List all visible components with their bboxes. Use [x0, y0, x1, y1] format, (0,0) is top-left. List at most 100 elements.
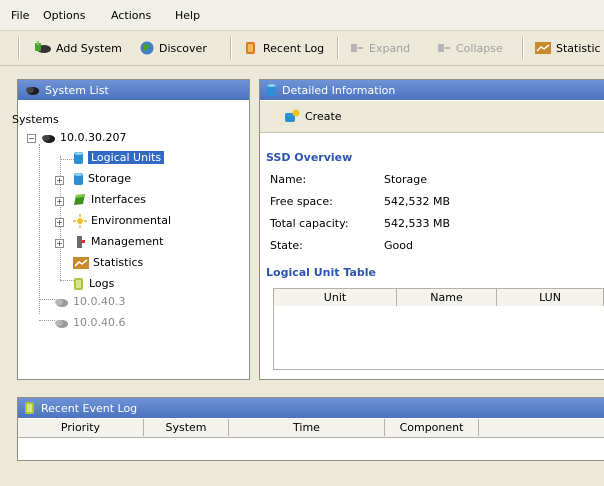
tree-item-interfaces[interactable]: Interfaces — [73, 191, 146, 208]
column-header-component[interactable]: Component — [385, 419, 479, 436]
discover-label: Discover — [159, 41, 207, 55]
tree-host-label: 10.0.40.3 — [73, 295, 126, 308]
toolbar-separator — [230, 37, 232, 59]
collapse-button[interactable]: Collapse — [437, 39, 503, 57]
field-label: Free space: — [270, 195, 333, 208]
toolbar-separator — [18, 37, 20, 59]
system-icon — [55, 298, 68, 307]
environment-icon — [73, 213, 87, 228]
expand-toggle[interactable]: + — [55, 176, 64, 185]
discover-button[interactable]: Discover — [140, 39, 207, 57]
expand-toggle[interactable]: + — [55, 218, 64, 227]
create-button[interactable]: Create — [284, 107, 342, 125]
system-icon — [26, 87, 39, 95]
log-icon — [246, 42, 255, 54]
globe-icon — [140, 41, 154, 55]
recent-log-label: Recent Log — [263, 41, 325, 55]
detail-toolbar: Create — [260, 101, 604, 133]
system-icon — [42, 134, 55, 143]
tree-host-label: 10.0.40.6 — [73, 316, 126, 329]
toolbar-separator — [522, 37, 524, 59]
tree-line — [60, 159, 74, 160]
management-icon — [77, 235, 85, 248]
column-header-unit[interactable]: Unit — [274, 289, 397, 306]
tree-item-environmental[interactable]: Environmental — [73, 212, 171, 229]
tree-host-label: 10.0.30.207 — [60, 131, 127, 144]
column-header-time[interactable]: Time — [229, 419, 385, 436]
system-icon — [55, 319, 68, 328]
toolbar: Add System Discover Recent Log Expand Co… — [0, 31, 604, 66]
system-list-panel: System List Systems − 10.0.30.207 Logica… — [12, 79, 250, 380]
tree-item-label: Logs — [89, 277, 115, 290]
menu-options[interactable]: Options — [43, 9, 85, 22]
field-label: State: — [270, 239, 303, 252]
field-value: 542,533 MB — [384, 217, 451, 230]
tree-host[interactable]: 10.0.30.207 — [40, 129, 126, 146]
column-header-system[interactable]: System — [144, 419, 229, 436]
menu-actions[interactable]: Actions — [111, 9, 151, 22]
event-log-table-header: Priority System Time Component — [18, 419, 604, 438]
add-system-button[interactable]: Add System — [33, 39, 122, 57]
tree-item-management[interactable]: Management — [73, 233, 163, 250]
field-label: Total capacity: — [270, 217, 349, 230]
tree-item-label: Logical Units — [88, 151, 165, 164]
interfaces-icon — [74, 193, 85, 205]
tree-item-label: Management — [91, 235, 164, 248]
log-icon — [25, 402, 34, 414]
tree-item-statistics[interactable]: Statistics — [73, 254, 143, 271]
column-header-extra — [479, 419, 604, 436]
column-header-label: LUN — [539, 291, 561, 304]
tree-item-logical-units[interactable]: Logical Units — [73, 149, 165, 166]
column-header-name[interactable]: Name — [397, 289, 497, 306]
tree-host-2[interactable]: 10.0.40.3 — [53, 293, 125, 310]
recent-log-button[interactable]: Recent Log — [244, 39, 324, 57]
column-header-label: Time — [293, 421, 320, 434]
cylinder-icon — [267, 84, 276, 96]
tree-line — [39, 144, 40, 314]
logical-unit-table-heading: Logical Unit Table — [266, 266, 376, 279]
menu-file[interactable]: File — [11, 9, 29, 22]
add-system-icon — [35, 41, 51, 53]
tree-item-storage[interactable]: Storage — [73, 170, 131, 187]
field-value: 542,532 MB — [384, 195, 451, 208]
detail-title: Detailed Information — [282, 83, 396, 97]
expand-toggle[interactable]: + — [55, 197, 64, 206]
collapse-toggle[interactable]: − — [27, 134, 36, 143]
tree-item-label: Environmental — [91, 214, 172, 227]
column-header-label: Priority — [60, 421, 101, 434]
field-value: Storage — [384, 173, 428, 186]
tree-item-logs[interactable]: Logs — [73, 275, 114, 292]
ssd-overview-heading: SSD Overview — [266, 151, 353, 164]
column-header-label: Component — [399, 421, 464, 434]
field-label: Name: — [270, 173, 307, 186]
column-header-priority[interactable]: Priority — [18, 419, 144, 436]
menu-bar: File Options Actions Help — [0, 0, 604, 31]
create-label: Create — [305, 109, 342, 123]
system-list-header: System List — [18, 80, 249, 100]
menu-help[interactable]: Help — [175, 9, 200, 22]
expand-icon — [351, 44, 363, 52]
tree-line — [60, 280, 74, 281]
detail-panel: Detailed Information Create SSD Overview… — [259, 79, 604, 380]
system-list-title: System List — [45, 83, 109, 97]
column-header-label: System — [165, 421, 207, 434]
event-log-header: Recent Event Log — [18, 398, 604, 418]
create-icon — [285, 109, 300, 122]
log-icon — [74, 277, 83, 290]
expand-label: Expand — [369, 41, 411, 55]
event-log-title: Recent Event Log — [41, 401, 138, 415]
tree-root[interactable]: Systems — [12, 111, 59, 128]
chart-icon — [73, 256, 89, 269]
column-header-lun[interactable]: LUN — [497, 289, 604, 306]
tree-host-3[interactable]: 10.0.40.6 — [53, 314, 125, 331]
collapse-label: Collapse — [456, 41, 503, 55]
statistics-label: Statistic — [556, 41, 601, 55]
toolbar-separator — [337, 37, 339, 59]
add-system-label: Add System — [56, 41, 122, 55]
field-value: Good — [384, 239, 413, 252]
column-header-label: Unit — [323, 291, 347, 304]
statistics-button[interactable]: Statistic — [535, 39, 601, 57]
expand-button[interactable]: Expand — [350, 39, 410, 57]
collapse-icon — [438, 44, 450, 52]
expand-toggle[interactable]: + — [55, 239, 64, 248]
